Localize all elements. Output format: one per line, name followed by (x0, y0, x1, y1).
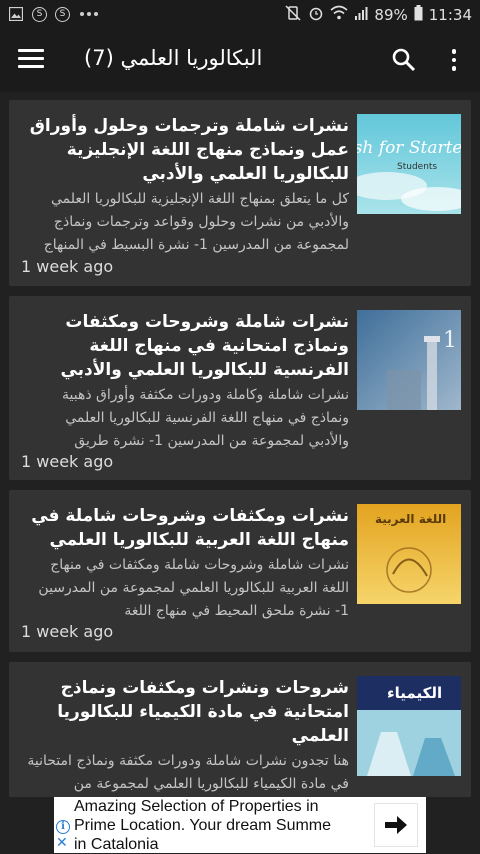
post-description: نشرات شاملة وشروحات شاملة ومكثفات في منه… (38, 557, 349, 619)
post-text: نشرات شاملة وشروحات ومكثفات ونماذج امتحا… (21, 310, 349, 453)
thumbnail-caption: nglish for Starters 1 (357, 138, 461, 158)
status-bar: S S 89% 11:34 (0, 0, 480, 30)
info-icon[interactable]: i (56, 820, 70, 834)
post-text: نشرات ومكثفات وشروحات شاملة في منهاج الل… (21, 504, 349, 623)
thumbnail-caption: اللغة العربية (375, 512, 447, 526)
battery-level: 89% (374, 6, 408, 24)
post-description: نشرات شاملة وكاملة ودورات مكثفة وأوراق ذ… (62, 387, 349, 449)
post-time: 1 week ago (21, 452, 114, 471)
arrow-right-icon[interactable] (374, 803, 418, 847)
post-title: شروحات ونشرات ومكثفات ونماذج امتحانية في… (57, 678, 349, 746)
mute-vibrate-icon (284, 5, 302, 25)
wifi-icon (330, 5, 348, 25)
post-thumbnail-french: 1 (357, 310, 461, 410)
post-time: 1 week ago (21, 257, 114, 276)
thumbnail-caption: 1 (443, 328, 457, 353)
more-vert-icon[interactable] (444, 46, 464, 74)
post-title: نشرات ومكثفات وشروحات شاملة في منهاج الل… (31, 506, 349, 550)
search-icon[interactable] (390, 46, 418, 74)
image-icon (8, 6, 24, 22)
app-bar: البكالوريا العلمي (7) (0, 30, 480, 92)
close-icon[interactable]: ✕ (56, 836, 68, 850)
ad-text[interactable]: Amazing Selection of Properties in Prime… (74, 797, 364, 854)
s-circle-icon: S (32, 6, 47, 22)
post-list: nglish for Starters 1 Students نشرات شام… (0, 92, 480, 797)
post-title: نشرات شاملة وشروحات ومكثفات ونماذج امتحا… (60, 312, 349, 380)
ad-line: Amazing Selection of Properties in (74, 798, 319, 815)
post-card[interactable]: اللغة العربية نشرات ومكثفات وشروحات شامل… (9, 490, 471, 652)
ad-banner[interactable]: Amazing Selection of Properties in Prime… (54, 797, 426, 853)
menu-icon[interactable] (18, 49, 44, 71)
page-title: البكالوريا العلمي (7) (84, 46, 263, 70)
post-text: شروحات ونشرات ومكثفات ونماذج امتحانية في… (21, 676, 349, 797)
s-circle-icon: S (55, 6, 70, 22)
post-card[interactable]: nglish for Starters 1 Students نشرات شام… (9, 100, 471, 286)
ad-line: in Catalonia (74, 836, 159, 853)
alarm-icon (308, 5, 324, 25)
thumbnail-subcaption: Students (397, 162, 438, 172)
post-description: هنا تجدون نشرات شاملة ودورات مكثفة ونماذ… (27, 753, 349, 792)
post-thumbnail-arabic: اللغة العربية (357, 504, 461, 604)
clock: 11:34 (428, 6, 472, 24)
post-thumbnail-chemistry: الكيمياء (357, 676, 461, 776)
post-description: كل ما يتعلق بمنهاج اللغة الإنجليزية للبك… (43, 191, 349, 253)
thumbnail-caption: الكيمياء (387, 684, 443, 702)
signal-icon (354, 6, 368, 24)
battery-icon (414, 5, 423, 25)
post-card[interactable]: الكيمياء شروحات ونشرات ومكثفات ونماذج ام… (9, 662, 471, 797)
ad-line: Prime Location. Your dream Summe (74, 817, 332, 834)
post-thumbnail-english: nglish for Starters 1 Students (357, 114, 461, 214)
post-title: نشرات شاملة وترجمات وحلول وأوراق عمل ونم… (29, 116, 349, 184)
more-notifications-icon (78, 6, 100, 22)
post-card[interactable]: 1 نشرات شاملة وشروحات ومكثفات ونماذج امت… (9, 296, 471, 480)
post-time: 1 week ago (21, 622, 114, 641)
post-text: نشرات شاملة وترجمات وحلول وأوراق عمل ونم… (21, 114, 349, 257)
